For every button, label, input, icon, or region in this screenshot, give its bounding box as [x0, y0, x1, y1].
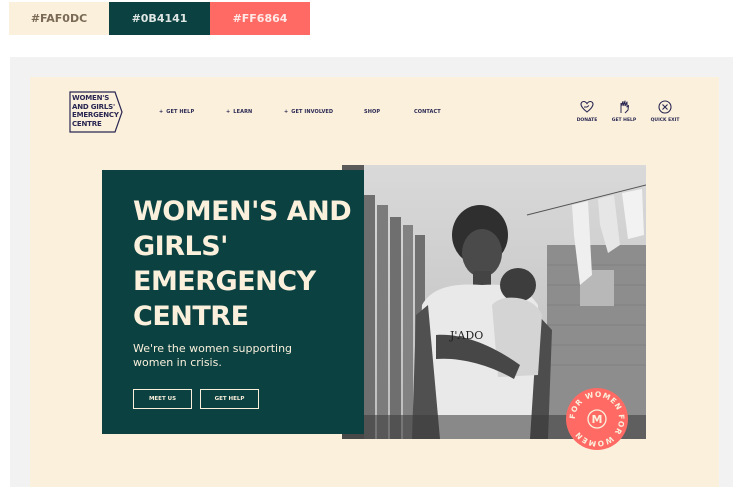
heart-hand-icon	[580, 100, 594, 113]
nav-learn[interactable]: + LEARN	[226, 109, 252, 115]
quick-exit-link[interactable]: QUICK EXIT	[650, 100, 680, 123]
close-circle-icon	[658, 100, 672, 114]
get-help-button[interactable]: GET HELP	[200, 389, 259, 409]
nav-get-help[interactable]: + GET HELP	[159, 109, 194, 115]
donate-link[interactable]: DONATE	[572, 100, 602, 123]
logo-line: WOMEN'S	[72, 94, 110, 102]
hero-subtitle: We're the women supporting women in cris…	[133, 342, 343, 370]
swatch-label: #FF6864	[232, 12, 288, 25]
plus-icon: +	[159, 109, 164, 115]
hero-title: WOMEN'S AND GIRLS' EMERGENCY CENTRE	[133, 194, 353, 334]
site-logo[interactable]: WOMEN'S AND GIRLS' EMERGENCY CENTRE	[69, 91, 123, 133]
meet-us-button[interactable]: MEET US	[133, 389, 192, 409]
nav-contact[interactable]: CONTACT	[414, 109, 441, 115]
logo-line: AND GIRLS'	[72, 102, 115, 111]
nav-label: SHOP	[364, 109, 381, 115]
svg-text:J'ADO: J'ADO	[449, 329, 483, 342]
donate-label: DONATE	[576, 118, 598, 123]
hero-card: WOMEN'S AND GIRLS' EMERGENCY CENTRE We'r…	[102, 170, 364, 434]
swatch-label: #FAF0DC	[30, 12, 88, 25]
badge-letter: M	[592, 413, 603, 426]
website-page: WOMEN'S AND GIRLS' EMERGENCY CENTRE + GET…	[30, 77, 719, 487]
swatch-cream: #FAF0DC	[9, 2, 109, 35]
swatch-teal: #0B4141	[109, 2, 210, 35]
hero-title-line: CENTRE	[133, 301, 249, 332]
hero-title-line: EMERGENCY	[133, 266, 316, 297]
nav-label: LEARN	[233, 109, 253, 115]
logo-text: WOMEN'S AND GIRLS' EMERGENCY CENTRE	[72, 94, 119, 128]
get-help-link[interactable]: GET HELP	[609, 100, 639, 123]
swatch-label: #0B4141	[131, 12, 188, 25]
hero-subtitle-line: women in crisis.	[133, 356, 222, 369]
raised-hand-icon	[620, 100, 629, 114]
nav-label: GET HELP	[166, 109, 195, 115]
hero-title-line: WOMEN'S AND	[133, 196, 352, 227]
nav-label: CONTACT	[414, 109, 441, 115]
nav-label: GET INVOLVED	[291, 109, 334, 115]
for-women-badge: FOR WOMEN FOR WOMEN M	[565, 387, 629, 451]
hero-subtitle-line: We're the women supporting	[133, 342, 293, 355]
logo-line: EMERGENCY	[72, 111, 119, 119]
quick-exit-label: QUICK EXIT	[650, 118, 680, 123]
plus-icon: +	[226, 109, 231, 115]
logo-line: CENTRE	[72, 119, 102, 128]
hero-title-line: GIRLS'	[133, 231, 228, 262]
get-help-label: GET HELP	[611, 118, 637, 123]
nav-shop[interactable]: SHOP	[364, 109, 380, 115]
badge-seal-icon: FOR WOMEN FOR WOMEN M	[566, 388, 628, 450]
swatch-coral: #FF6864	[210, 2, 310, 35]
nav-get-involved[interactable]: + GET INVOLVED	[284, 109, 333, 115]
plus-icon: +	[284, 109, 289, 115]
